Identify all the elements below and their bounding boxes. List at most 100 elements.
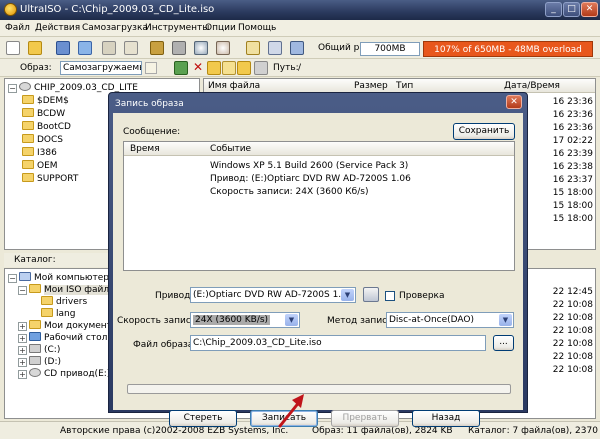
file-date: 16 23:36: [552, 110, 593, 120]
chevron-down-icon: ▼: [285, 314, 298, 326]
file-list-header: Имя файла Размер Тип Дата/Время: [204, 79, 595, 93]
image-toolbar: Образ: Самозагружаемый ✕ Путь: /: [0, 59, 600, 77]
save-icon[interactable]: [56, 41, 70, 55]
speed-label: Скорость записи:: [117, 316, 200, 326]
iso-folder[interactable]: $DEM$: [22, 95, 69, 107]
image-file-label: Файл образа:: [133, 340, 197, 350]
col-size[interactable]: Размер: [354, 81, 388, 91]
file-date: 17 02:22: [552, 136, 593, 146]
image-type-field[interactable]: Самозагружаемый: [60, 61, 142, 75]
save-log-button[interactable]: Сохранить: [453, 123, 515, 140]
folder-icon: [22, 160, 34, 169]
mount-icon[interactable]: [216, 41, 230, 55]
tree-my-documents[interactable]: + Мои документы: [18, 320, 119, 332]
drive-label: Привод:: [155, 291, 194, 301]
iso-folder[interactable]: I386: [22, 147, 57, 159]
open-icon[interactable]: [28, 41, 42, 55]
file-date: 22 10:08: [552, 313, 593, 323]
log-list: Время Событие Windows XP 5.1 Build 2600 …: [123, 141, 515, 271]
log-row: Windows XP 5.1 Build 2600 (Service Pack …: [210, 161, 409, 171]
file-date: 22 10:08: [552, 300, 593, 310]
extract-icon[interactable]: [102, 41, 116, 55]
help-icon[interactable]: [268, 41, 282, 55]
iso-folder[interactable]: OEM: [22, 160, 58, 172]
burn-image-dialog: Запись образа ✕ Сообщение: Сохранить Вре…: [108, 92, 528, 427]
capacity-overload-bar: 107% of 650MB - 48MB overload: [423, 41, 593, 57]
image-file-input[interactable]: C:\Chip_2009.03_CD_Lite.iso: [190, 335, 486, 351]
menu-bootable[interactable]: Самозагрузка: [82, 23, 148, 33]
window-titlebar: UltraISO - C:\Chip_2009.03_CD_Lite.iso _…: [0, 0, 600, 20]
method-select[interactable]: Disc-at-Once(DAO) ▼: [386, 312, 514, 328]
menu-bar: Файл Действия Самозагрузка Инструменты О…: [0, 20, 600, 37]
abort-button[interactable]: Прервать: [331, 410, 399, 427]
image-label: Образ:: [20, 63, 52, 73]
browse-button[interactable]: ...: [493, 335, 514, 351]
speed-select[interactable]: 24X (3600 KB/s) ▼: [190, 312, 300, 328]
properties-icon[interactable]: [124, 41, 138, 55]
computer-icon: [19, 272, 31, 281]
folder-icon: [29, 320, 41, 329]
window-title: UltraISO - C:\Chip_2009.03_CD_Lite.iso: [20, 4, 215, 15]
folder-icon: [22, 121, 34, 130]
view-icon[interactable]: [254, 61, 268, 75]
menu-options[interactable]: Опции: [205, 23, 236, 33]
tree-drivers[interactable]: drivers: [41, 296, 87, 308]
menu-actions[interactable]: Действия: [35, 23, 80, 33]
cd-drive-icon: [29, 368, 41, 377]
burn-cd-icon[interactable]: [194, 41, 208, 55]
file-date: 15 18:00: [552, 201, 593, 211]
tree-lang[interactable]: lang: [41, 308, 75, 320]
compress-icon[interactable]: [172, 41, 186, 55]
iso-folder[interactable]: DOCS: [22, 134, 63, 146]
folder-icon: [22, 95, 34, 104]
save-as-icon[interactable]: [78, 41, 92, 55]
menu-file[interactable]: Файл: [5, 23, 30, 33]
erase-button[interactable]: Стереть: [169, 410, 237, 427]
tree-my-iso-files[interactable]: − Мои ISO файлы: [18, 284, 117, 296]
close-button[interactable]: ✕: [581, 2, 598, 17]
info-icon[interactable]: [290, 41, 304, 55]
file-date: 15 18:00: [552, 214, 593, 224]
folder-icon: [29, 284, 41, 293]
col-filename[interactable]: Имя файла: [208, 81, 260, 91]
drive-select[interactable]: (E:)Optiarc DVD RW AD-7200S 1.06 ▼: [190, 287, 356, 303]
path-label: Путь:: [273, 63, 299, 73]
catalog-label: Каталог:: [14, 255, 56, 265]
tree-drive-c[interactable]: + (C:): [18, 344, 60, 356]
tree-cd-drive[interactable]: + CD привод(E:): [18, 368, 110, 380]
file-date: 22 10:08: [552, 326, 593, 336]
rename-icon[interactable]: [222, 61, 236, 75]
dialog-close-button[interactable]: ✕: [506, 95, 522, 109]
new-folder-icon[interactable]: [207, 61, 221, 75]
eject-icon[interactable]: [363, 287, 379, 302]
maximize-button[interactable]: □: [563, 2, 580, 17]
cd-icon: [19, 82, 31, 91]
make-cd-image-icon[interactable]: [150, 41, 164, 55]
options-icon[interactable]: [246, 41, 260, 55]
image-type-icon[interactable]: [145, 62, 157, 74]
up-icon[interactable]: [174, 61, 188, 75]
iso-folder[interactable]: BootCD: [22, 121, 71, 133]
tree-my-computer[interactable]: − Мой компьютер: [8, 272, 109, 284]
menu-help[interactable]: Помощь: [238, 23, 276, 33]
dialog-title: Запись образа: [115, 99, 184, 109]
log-col-time[interactable]: Время: [130, 144, 160, 154]
menu-tools[interactable]: Инструменты: [145, 23, 209, 33]
tree-desktop[interactable]: + Рабочий стол: [18, 332, 107, 344]
minimize-button[interactable]: _: [545, 2, 562, 17]
file-date: 22 10:08: [552, 365, 593, 375]
iso-folder[interactable]: BCDW: [22, 108, 65, 120]
col-datetime[interactable]: Дата/Время: [504, 81, 560, 91]
col-type[interactable]: Тип: [396, 81, 413, 91]
iso-folder[interactable]: SUPPORT: [22, 173, 78, 185]
log-col-event[interactable]: Событие: [210, 144, 251, 154]
dialog-body: Сообщение: Сохранить Время Событие Windo…: [113, 113, 523, 427]
file-date: 16 23:39: [552, 149, 593, 159]
back-button[interactable]: Назад: [412, 410, 480, 427]
new-icon[interactable]: [6, 41, 20, 55]
verify-checkbox[interactable]: [385, 291, 395, 301]
folder-props-icon[interactable]: [237, 61, 251, 75]
delete-icon[interactable]: ✕: [193, 60, 203, 74]
folder-icon: [41, 308, 53, 317]
tree-drive-d[interactable]: + (D:): [18, 356, 61, 368]
